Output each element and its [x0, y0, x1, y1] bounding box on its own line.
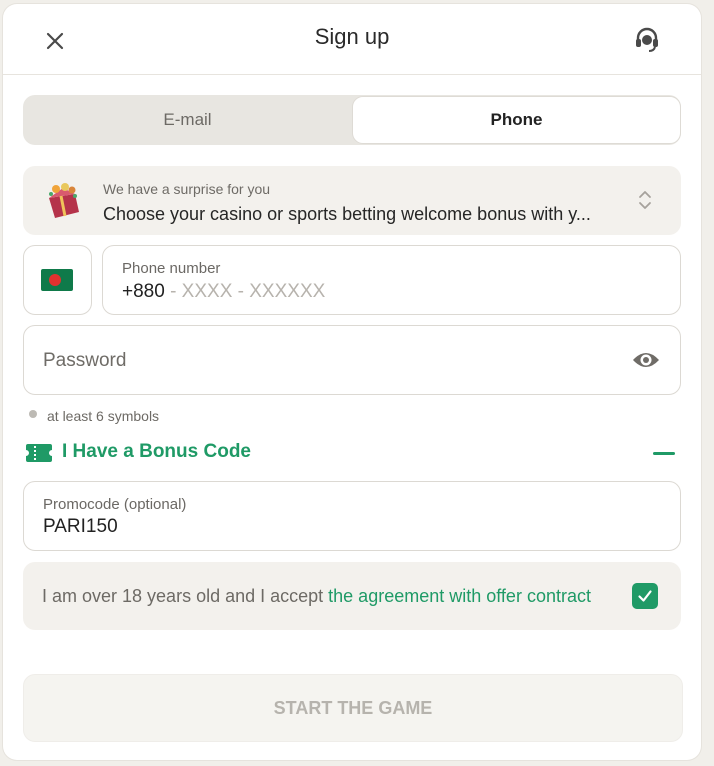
hint-bullet: [29, 410, 37, 418]
bonus-subtitle: We have a surprise for you: [103, 181, 271, 197]
ticket-icon: [26, 444, 52, 462]
modal-header: Sign up: [3, 4, 701, 75]
tab-email[interactable]: E-mail: [23, 95, 352, 145]
agreement-static-text: I am over 18 years old and I accept: [42, 586, 329, 606]
phone-country-code: +880: [122, 281, 165, 302]
signup-method-tabs: E-mail Phone: [23, 95, 681, 145]
password-placeholder: Password: [43, 350, 127, 371]
phone-value: +880 - XXXX - XXXXXX: [122, 281, 325, 303]
signup-modal: Sign up E-mail Phone We have a surprise: [3, 4, 701, 760]
password-hint: at least 6 symbols: [29, 408, 159, 424]
bangladesh-flag-icon: [41, 269, 73, 291]
agreement-block: I am over 18 years old and I accept the …: [23, 562, 681, 630]
country-selector[interactable]: [23, 245, 92, 315]
eye-icon[interactable]: [631, 348, 661, 372]
welcome-bonus-selector[interactable]: We have a surprise for you Choose your c…: [23, 166, 681, 235]
promocode-label: Promocode (optional): [43, 496, 187, 513]
bonus-code-toggle[interactable]: I Have a Bonus Code: [25, 440, 675, 470]
phone-mask: - XXXX - XXXXXX: [164, 281, 326, 302]
hint-text: at least 6 symbols: [47, 408, 160, 424]
start-game-button[interactable]: START THE GAME: [23, 674, 683, 742]
minus-icon: [653, 452, 675, 455]
agreement-checkbox[interactable]: [632, 583, 658, 609]
tab-phone[interactable]: Phone: [352, 96, 681, 144]
bonus-selected-text: Choose your casino or sports betting wel…: [103, 204, 591, 224]
password-input[interactable]: Password: [23, 325, 681, 395]
phone-input[interactable]: Phone number +880 - XXXX - XXXXXX: [102, 245, 681, 315]
support-button[interactable]: [630, 23, 664, 57]
agreement-text: I am over 18 years old and I accept the …: [42, 586, 591, 607]
phone-label: Phone number: [122, 260, 221, 277]
promocode-input[interactable]: Promocode (optional) PARI150: [23, 481, 681, 551]
bonus-code-label: I Have a Bonus Code: [62, 441, 251, 462]
headset-icon: [636, 27, 658, 52]
agreement-link[interactable]: the agreement with offer contract: [328, 586, 591, 606]
page-title: Sign up: [314, 24, 390, 49]
promocode-value: PARI150: [43, 516, 118, 537]
gift-icon: [49, 183, 79, 218]
chevron-up-down-icon: [639, 191, 651, 209]
checkmark-icon: [638, 590, 652, 602]
